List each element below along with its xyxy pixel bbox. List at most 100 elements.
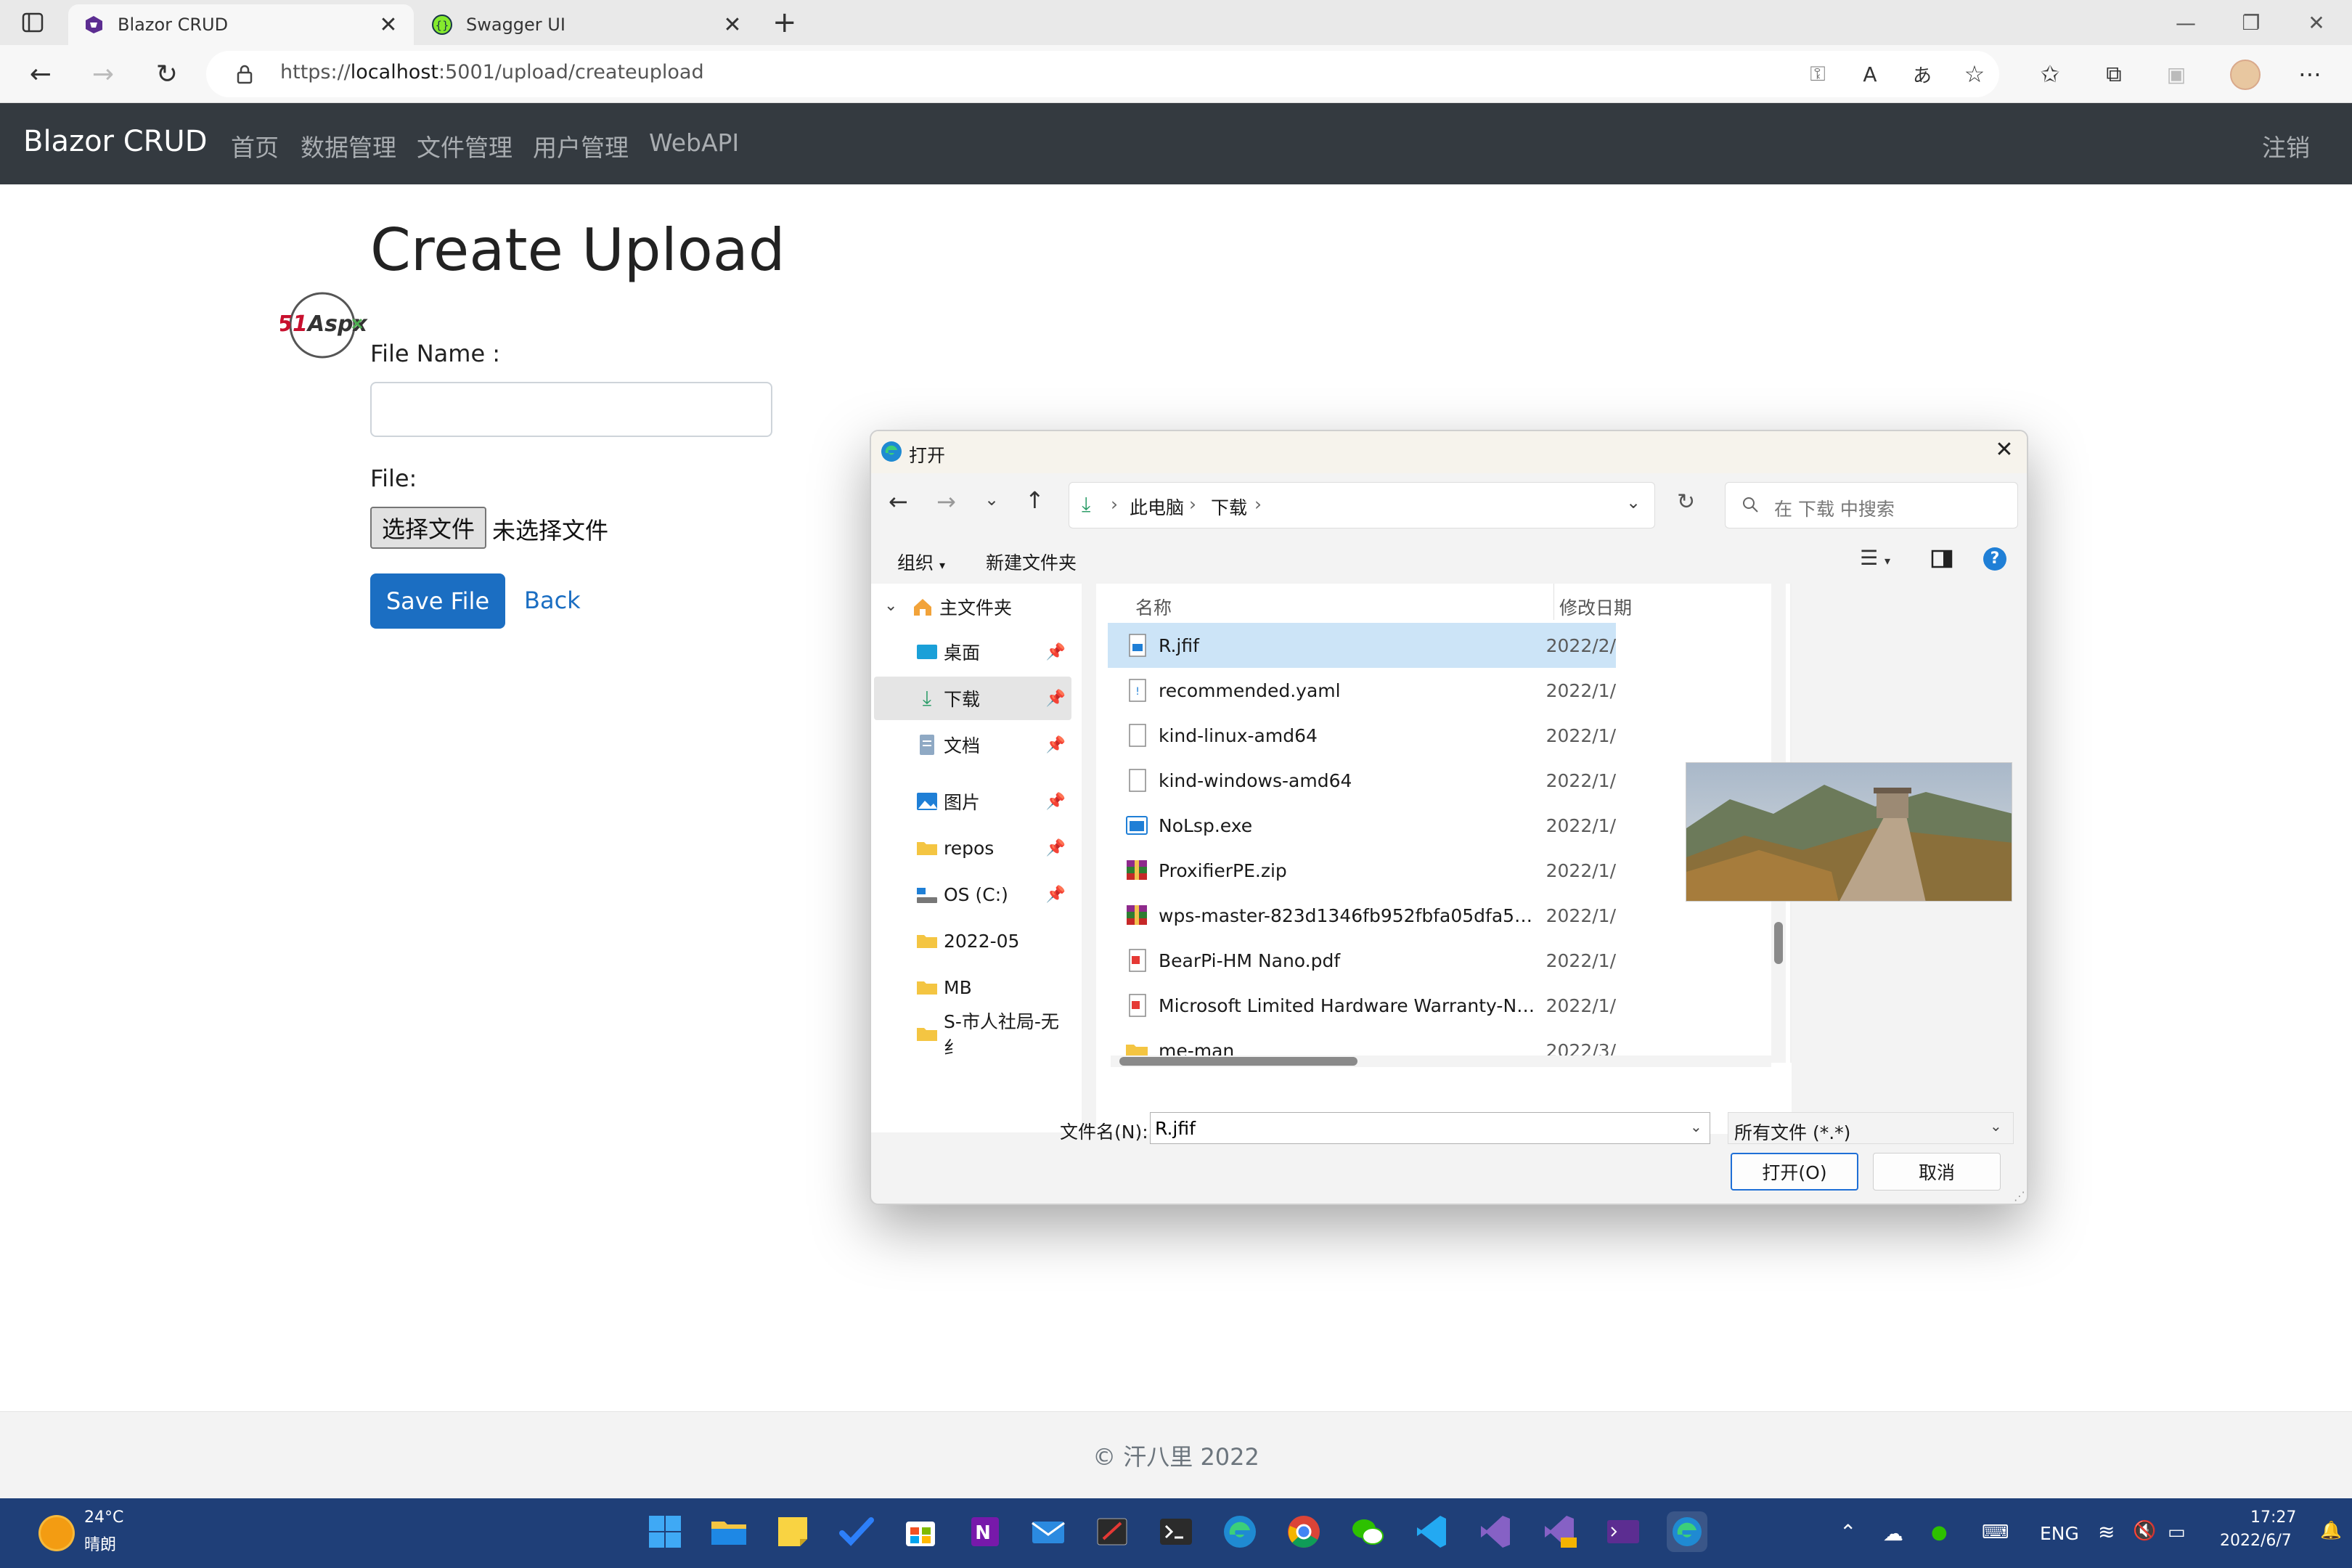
lock-icon[interactable]: [234, 62, 256, 86]
forward-arrow-icon[interactable]: →: [86, 57, 121, 91]
file-row-r-jfif[interactable]: R.jfif 2022/2/: [1108, 623, 1616, 668]
nav-item-pictures[interactable]: 图片 📌: [915, 788, 1071, 823]
logout-link[interactable]: 注销: [2262, 128, 2310, 163]
file-row-nolsp-exe[interactable]: NoLsp.exe 2022/1/: [1108, 803, 1616, 848]
nav-item-mb[interactable]: MB: [915, 965, 1071, 1009]
nav-item-s-folder[interactable]: S-市人社局-无纟: [915, 1012, 1071, 1055]
scrollbar-thumb[interactable]: [1774, 922, 1783, 964]
nav-item-documents[interactable]: 文档 📌: [915, 723, 1071, 767]
wechat-tray-icon[interactable]: ●: [1931, 1522, 1948, 1543]
onenote-icon[interactable]: N: [964, 1511, 1005, 1552]
dialog-back-icon[interactable]: ←: [889, 488, 908, 515]
recent-locations-chevron-icon[interactable]: ⌄: [984, 489, 999, 510]
file-row-recommended-yaml[interactable]: ! recommended.yaml 2022/1/: [1108, 668, 1616, 713]
visual-studio-icon[interactable]: [1475, 1511, 1516, 1552]
dialog-close-icon[interactable]: ✕: [1989, 437, 2020, 467]
nav-link-webapi[interactable]: WebAPI: [649, 128, 739, 157]
nav-item-os-drive[interactable]: OS (C:) 📌: [915, 873, 1071, 916]
filename-dropdown-icon[interactable]: ⌄: [1690, 1118, 1702, 1135]
file-row-ms-warranty-pdf[interactable]: Microsoft Limited Hardware Warranty-Nort…: [1108, 983, 1616, 1028]
help-icon[interactable]: ?: [1983, 547, 2006, 571]
dev-terminal-icon[interactable]: [1603, 1511, 1643, 1552]
file-row-bearpi-pdf[interactable]: BearPi-HM Nano.pdf 2022/1/: [1108, 938, 1616, 983]
add-favorite-icon[interactable]: ☆: [1957, 57, 1992, 91]
weather-temp[interactable]: 24°C: [84, 1508, 123, 1527]
preview-pane-icon[interactable]: [1931, 549, 1953, 569]
nav-link-users[interactable]: 用户管理: [533, 128, 629, 163]
store-icon[interactable]: [900, 1511, 941, 1552]
onedrive-icon[interactable]: ☁: [1883, 1522, 1903, 1545]
column-header-name[interactable]: 名称: [1135, 594, 1172, 620]
choose-file-button[interactable]: 选择文件: [370, 507, 486, 549]
edge-active-icon[interactable]: [1667, 1511, 1707, 1552]
start-windows-icon[interactable]: [645, 1511, 685, 1552]
nav-item-desktop[interactable]: 桌面 📌: [915, 630, 1071, 674]
organize-menu[interactable]: 组织 ▾: [897, 549, 945, 575]
read-aloud-icon[interactable]: A: [1853, 57, 1887, 91]
refresh-icon[interactable]: ↻: [150, 57, 184, 91]
close-tab-icon[interactable]: ✕: [377, 12, 399, 38]
minimize-button[interactable]: —: [2153, 0, 2218, 45]
nav-link-data[interactable]: 数据管理: [301, 128, 396, 163]
address-dropdown-icon[interactable]: ⌄: [1626, 492, 1641, 513]
resize-grip-icon[interactable]: ⋰: [2014, 1189, 2025, 1203]
more-menu-icon[interactable]: ⋯: [2292, 57, 2327, 91]
clock-time[interactable]: 17:27: [2250, 1508, 2296, 1527]
language-indicator[interactable]: ENG: [2040, 1523, 2079, 1544]
chrome-icon[interactable]: [1283, 1511, 1324, 1552]
clock-date[interactable]: 2022/6/7: [2220, 1532, 2292, 1550]
restore-button[interactable]: ❐: [2218, 0, 2284, 45]
breadcrumb-this-pc[interactable]: 此电脑: [1130, 494, 1184, 520]
visual-studio-preview-icon[interactable]: [1539, 1511, 1580, 1552]
todo-icon[interactable]: [836, 1511, 877, 1552]
file-row-me-man[interactable]: me-man 2022/3/: [1108, 1028, 1616, 1055]
view-options-icon[interactable]: ☰ ▾: [1860, 546, 1890, 570]
notification-bell-icon[interactable]: 🔔: [2320, 1520, 2342, 1540]
file-row-proxifier-zip[interactable]: ProxifierPE.zip 2022/1/: [1108, 848, 1616, 893]
close-window-button[interactable]: ✕: [2284, 0, 2349, 45]
file-list-horizontal-scrollbar[interactable]: [1111, 1055, 1771, 1067]
wechat-icon[interactable]: [1347, 1511, 1388, 1552]
nav-item-repos[interactable]: repos 📌: [915, 826, 1071, 870]
snipping-tool-icon[interactable]: [1092, 1511, 1132, 1552]
file-name-input[interactable]: [370, 382, 772, 437]
mail-icon[interactable]: [1028, 1511, 1069, 1552]
save-file-button[interactable]: Save File: [370, 573, 505, 629]
scrollbar-thumb[interactable]: [1119, 1057, 1357, 1066]
url-text[interactable]: https://localhost:5001/upload/createuplo…: [280, 61, 704, 83]
favorites-icon[interactable]: ✩: [2033, 57, 2067, 91]
dialog-refresh-icon[interactable]: ↻: [1677, 489, 1695, 515]
weather-sun-icon[interactable]: [41, 1517, 73, 1549]
tab-blazor-crud[interactable]: Blazor CRUD ✕: [68, 4, 414, 45]
file-row-kind-linux[interactable]: kind-linux-amd64 2022/1/: [1108, 713, 1616, 758]
translate-icon[interactable]: あ: [1905, 57, 1940, 91]
terminal-icon[interactable]: [1156, 1511, 1196, 1552]
collections-icon[interactable]: ⧉: [2096, 57, 2131, 91]
tab-actions-icon[interactable]: [20, 10, 45, 35]
vscode-icon[interactable]: [1411, 1511, 1452, 1552]
nav-item-2022-05[interactable]: 2022-05: [915, 919, 1071, 963]
wifi-icon[interactable]: ≋: [2098, 1520, 2115, 1544]
back-arrow-icon[interactable]: ←: [23, 57, 58, 91]
expand-chevron-icon[interactable]: ⌄: [884, 597, 897, 615]
file-explorer-icon[interactable]: [709, 1511, 749, 1552]
file-row-wps-master[interactable]: wps-master-823d1346fb952fbfa05dfa58246..…: [1108, 893, 1616, 938]
battery-icon[interactable]: ▭: [2168, 1522, 2186, 1543]
open-button[interactable]: 打开(O): [1731, 1153, 1858, 1191]
new-folder-button[interactable]: 新建文件夹: [986, 549, 1077, 575]
profile-avatar[interactable]: [2230, 60, 2261, 90]
cancel-button[interactable]: 取消: [1873, 1153, 2001, 1191]
up-folder-icon[interactable]: ↑: [1025, 486, 1045, 514]
keyboard-icon[interactable]: ⌨: [1982, 1522, 2009, 1543]
extension-icon[interactable]: ▣: [2159, 57, 2194, 91]
nav-link-files[interactable]: 文件管理: [417, 128, 513, 163]
new-tab-button[interactable]: +: [772, 6, 797, 39]
column-header-date[interactable]: 修改日期: [1559, 594, 1632, 620]
show-hidden-icons-chevron[interactable]: ⌃: [1839, 1520, 1856, 1544]
volume-muted-icon[interactable]: 🔇: [2133, 1520, 2156, 1542]
tab-swagger-ui[interactable]: {} Swagger UI ✕: [417, 4, 758, 45]
navbar-brand[interactable]: Blazor CRUD: [23, 125, 208, 158]
nav-item-downloads[interactable]: ⤓ 下载 📌: [915, 677, 1071, 720]
back-link[interactable]: Back: [524, 587, 581, 614]
nav-item-home[interactable]: 主文件夹: [910, 585, 1012, 629]
